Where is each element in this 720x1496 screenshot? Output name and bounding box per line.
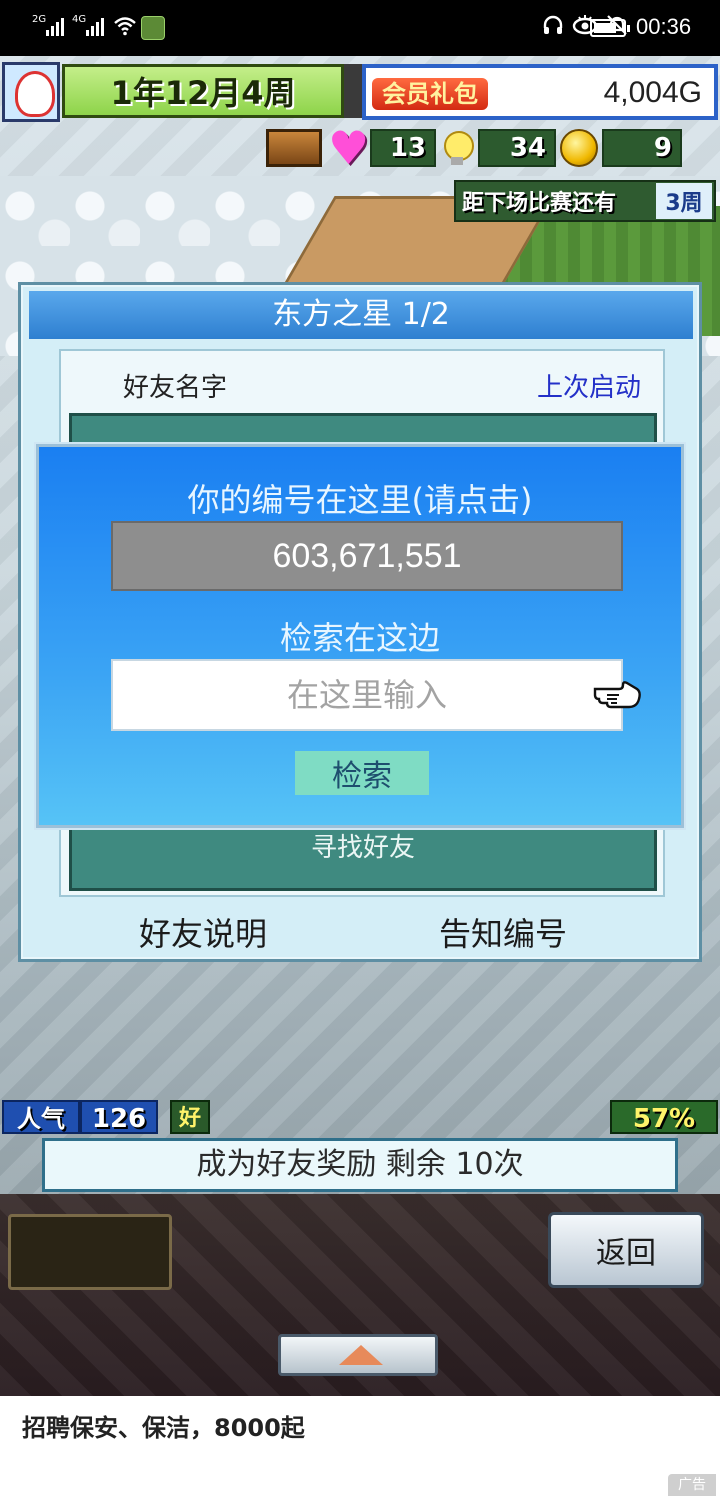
good-badge: 好 [170, 1100, 210, 1134]
vip-pack-button[interactable]: 会员礼包 [372, 78, 488, 110]
notify-id-button[interactable]: 告知编号 [439, 909, 567, 955]
money-value: 4,004G [603, 76, 702, 109]
hud-divider [344, 64, 362, 118]
my-id-box[interactable]: 603,671,551 [111, 521, 623, 591]
ad-mark-label: 广告 [668, 1474, 716, 1496]
idea-count: 34 [478, 129, 556, 167]
signal-2g-label: 2G [32, 14, 47, 25]
chevron-up-icon [339, 1345, 383, 1365]
search-button[interactable]: 检索 [295, 751, 429, 795]
next-match-weeks: 3周 [656, 183, 712, 219]
id-prompt: 你的编号在这里(请点击) [187, 481, 533, 519]
coin-icon [560, 129, 598, 167]
stats-bar: 13 34 9 [266, 121, 720, 175]
status-clock: 00:36 [636, 14, 692, 39]
lightbulb-icon [440, 129, 474, 167]
status-bar: 2G 4G 00:36 [0, 0, 720, 56]
next-match-label: 距下场比赛还有 [462, 191, 617, 216]
popularity-bar: 人气 126 好 57% [0, 1098, 720, 1138]
mascot-avatar-button[interactable] [2, 62, 60, 122]
friend-list-header: 好友名字 上次启动 [61, 351, 663, 411]
search-dialog: 你的编号在这里(请点击) 603,671,551 检索在这边 检索 [36, 444, 684, 828]
dialog-title: 东方之星 1/2 [29, 291, 693, 339]
ad-text: 招聘保安、保洁，8000起 [22, 1414, 305, 1442]
pointing-hand-icon [593, 681, 641, 709]
headphone-icon [543, 15, 563, 34]
signal-bars-icon [46, 16, 64, 36]
popularity-label: 人气 [2, 1100, 80, 1134]
heart-count: 13 [370, 129, 436, 167]
next-match-panel: 距下场比赛还有 3周 [454, 180, 716, 222]
heart-icon [328, 121, 369, 175]
popularity-value: 126 [80, 1100, 158, 1134]
search-input[interactable] [111, 659, 623, 731]
app-notification-icon [141, 16, 165, 40]
coin-count: 9 [602, 129, 682, 167]
find-friend-button[interactable]: 寻找好友 [72, 827, 654, 864]
friend-reward-banner: 成为好友奖励 剩余 10次 [42, 1138, 678, 1192]
search-prompt: 检索在这边 [279, 619, 440, 657]
back-button[interactable]: 返回 [548, 1212, 704, 1288]
column-friend-name: 好友名字 [123, 373, 228, 403]
approval-percent: 57% [610, 1100, 718, 1134]
expand-menu-button[interactable] [278, 1334, 438, 1376]
column-last-login[interactable]: 上次启动 [537, 367, 641, 404]
game-date: 1年12月4周 [62, 64, 344, 118]
money-panel: 会员礼包 4,004G [362, 64, 718, 120]
control-panel: 返回 [0, 1194, 720, 1396]
friend-help-button[interactable]: 好友说明 [139, 909, 267, 955]
treasure-chest-icon[interactable] [266, 129, 322, 167]
info-slot [8, 1214, 172, 1290]
wifi-icon [114, 17, 136, 36]
battery-icon [590, 19, 630, 37]
signal-bars-icon [86, 16, 104, 36]
signal-4g-label: 4G [72, 14, 87, 25]
dialog-footer: 好友说明 告知编号 [21, 909, 699, 959]
ad-banner[interactable]: 招聘保安、保洁，8000起 广告 [0, 1396, 720, 1496]
